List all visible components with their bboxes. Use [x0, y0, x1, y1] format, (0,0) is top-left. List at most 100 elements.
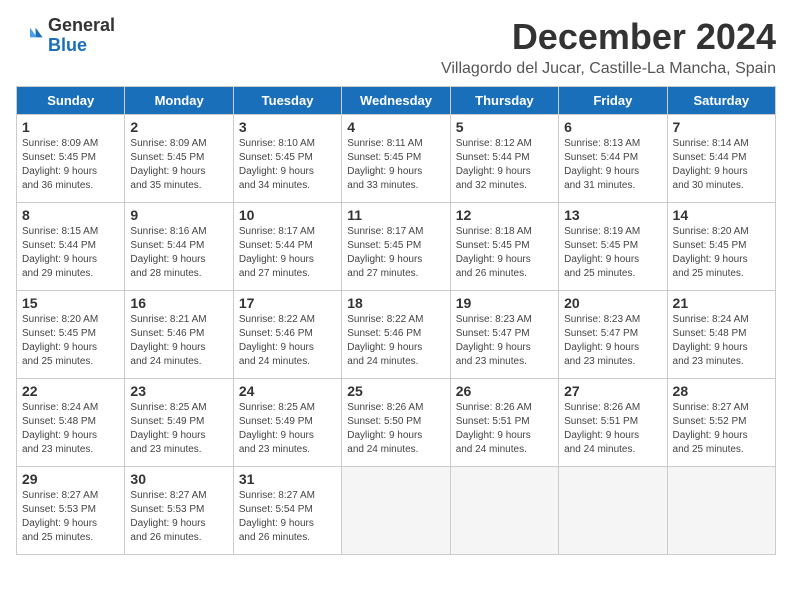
day-number: 29 — [22, 471, 119, 487]
col-thursday: Thursday — [450, 87, 558, 115]
calendar-cell: 6 Sunrise: 8:13 AM Sunset: 5:44 PM Daylig… — [559, 115, 667, 203]
col-monday: Monday — [125, 87, 233, 115]
day-info: Sunrise: 8:23 AM Sunset: 5:47 PM Dayligh… — [564, 313, 661, 369]
calendar-cell: 4 Sunrise: 8:11 AM Sunset: 5:45 PM Daylig… — [342, 115, 450, 203]
day-number: 27 — [564, 383, 661, 399]
day-info: Sunrise: 8:14 AM Sunset: 5:44 PM Dayligh… — [673, 137, 770, 193]
calendar-cell: 2 Sunrise: 8:09 AM Sunset: 5:45 PM Daylig… — [125, 115, 233, 203]
calendar-cell: 25Sunrise: 8:26 AM Sunset: 5:50 PM Dayli… — [342, 379, 450, 467]
day-info: Sunrise: 8:19 AM Sunset: 5:45 PM Dayligh… — [564, 225, 661, 281]
calendar-cell: 1 Sunrise: 8:09 AM Sunset: 5:45 PM Daylig… — [17, 115, 125, 203]
calendar-cell: 16 Sunrise: 8:21 AM Sunset: 5:46 PM Dayli… — [125, 291, 233, 379]
day-number: 11 — [347, 207, 444, 223]
day-info: Sunrise: 8:12 AM Sunset: 5:44 PM Dayligh… — [456, 137, 553, 193]
calendar-cell: 26 Sunrise: 8:26 AM Sunset: 5:51 PM Dayli… — [450, 379, 558, 467]
calendar-cell: 19Sunrise: 8:23 AM Sunset: 5:47 PM Dayli… — [450, 291, 558, 379]
day-number: 3 — [239, 119, 336, 135]
day-number: 15 — [22, 295, 119, 311]
calendar-cell: 30Sunrise: 8:27 AM Sunset: 5:53 PM Dayli… — [125, 467, 233, 555]
col-sunday: Sunday — [17, 87, 125, 115]
calendar-cell: 29Sunrise: 8:27 AM Sunset: 5:53 PM Dayli… — [17, 467, 125, 555]
col-friday: Friday — [559, 87, 667, 115]
day-info: Sunrise: 8:09 AM Sunset: 5:45 PM Dayligh… — [130, 137, 227, 193]
day-info: Sunrise: 8:15 AM Sunset: 5:44 PM Dayligh… — [22, 225, 119, 281]
day-info: Sunrise: 8:20 AM Sunset: 5:45 PM Dayligh… — [22, 313, 119, 369]
calendar-cell: 24Sunrise: 8:25 AM Sunset: 5:49 PM Dayli… — [233, 379, 341, 467]
day-number: 20 — [564, 295, 661, 311]
calendar-cell: 13 Sunrise: 8:19 AM Sunset: 5:45 PM Dayli… — [559, 203, 667, 291]
day-info: Sunrise: 8:27 AM Sunset: 5:54 PM Dayligh… — [239, 489, 336, 545]
day-info: Sunrise: 8:09 AM Sunset: 5:45 PM Dayligh… — [22, 137, 119, 193]
week-row-3: 15 Sunrise: 8:20 AM Sunset: 5:45 PM Dayli… — [17, 291, 776, 379]
day-number: 9 — [130, 207, 227, 223]
day-number: 5 — [456, 119, 553, 135]
calendar-cell — [342, 467, 450, 555]
day-info: Sunrise: 8:26 AM Sunset: 5:51 PM Dayligh… — [564, 401, 661, 457]
day-info: Sunrise: 8:16 AM Sunset: 5:44 PM Dayligh… — [130, 225, 227, 281]
day-info: Sunrise: 8:22 AM Sunset: 5:46 PM Dayligh… — [239, 313, 336, 369]
day-number: 18 — [347, 295, 444, 311]
day-number: 1 — [22, 119, 119, 135]
day-number: 21 — [673, 295, 770, 311]
day-info: Sunrise: 8:22 AM Sunset: 5:46 PM Dayligh… — [347, 313, 444, 369]
logo: General Blue — [16, 16, 115, 56]
day-number: 16 — [130, 295, 227, 311]
week-row-2: 8Sunrise: 8:15 AM Sunset: 5:44 PM Daylig… — [17, 203, 776, 291]
day-number: 14 — [673, 207, 770, 223]
day-number: 22 — [22, 383, 119, 399]
calendar-cell: 12 Sunrise: 8:18 AM Sunset: 5:45 PM Dayli… — [450, 203, 558, 291]
day-number: 28 — [673, 383, 770, 399]
header-row: Sunday Monday Tuesday Wednesday Thursday… — [17, 87, 776, 115]
calendar-cell — [450, 467, 558, 555]
logo-general: General — [48, 16, 115, 36]
calendar-table: Sunday Monday Tuesday Wednesday Thursday… — [16, 86, 776, 555]
title-area: December 2024 Villagordo del Jucar, Cast… — [441, 16, 776, 78]
day-info: Sunrise: 8:27 AM Sunset: 5:52 PM Dayligh… — [673, 401, 770, 457]
week-row-4: 22 Sunrise: 8:24 AM Sunset: 5:48 PM Dayli… — [17, 379, 776, 467]
day-number: 13 — [564, 207, 661, 223]
week-row-5: 29 Sunrise: 8:27 AM Sunset: 5:53 PM Dayli… — [17, 467, 776, 555]
calendar-cell: 14Sunrise: 8:20 AM Sunset: 5:45 PM Dayli… — [667, 203, 775, 291]
calendar-cell: 17Sunrise: 8:22 AM Sunset: 5:46 PM Dayli… — [233, 291, 341, 379]
day-number: 7 — [673, 119, 770, 135]
month-title: December 2024 — [441, 16, 776, 58]
calendar-cell: 10 Sunrise: 8:17 AM Sunset: 5:44 PM Dayli… — [233, 203, 341, 291]
day-info: Sunrise: 8:11 AM Sunset: 5:45 PM Dayligh… — [347, 137, 444, 193]
calendar-cell: 22 Sunrise: 8:24 AM Sunset: 5:48 PM Dayli… — [17, 379, 125, 467]
day-info: Sunrise: 8:25 AM Sunset: 5:49 PM Dayligh… — [130, 401, 227, 457]
calendar-cell: 7 Sunrise: 8:14 AM Sunset: 5:44 PM Daylig… — [667, 115, 775, 203]
logo-text: General Blue — [48, 16, 115, 56]
day-number: 4 — [347, 119, 444, 135]
col-wednesday: Wednesday — [342, 87, 450, 115]
calendar-cell: 3 Sunrise: 8:10 AM Sunset: 5:45 PM Daylig… — [233, 115, 341, 203]
calendar-cell: 31Sunrise: 8:27 AM Sunset: 5:54 PM Dayli… — [233, 467, 341, 555]
day-number: 24 — [239, 383, 336, 399]
day-info: Sunrise: 8:21 AM Sunset: 5:46 PM Dayligh… — [130, 313, 227, 369]
day-info: Sunrise: 8:24 AM Sunset: 5:48 PM Dayligh… — [22, 401, 119, 457]
calendar-cell: 23 Sunrise: 8:25 AM Sunset: 5:49 PM Dayli… — [125, 379, 233, 467]
day-info: Sunrise: 8:27 AM Sunset: 5:53 PM Dayligh… — [130, 489, 227, 545]
day-number: 12 — [456, 207, 553, 223]
day-number: 10 — [239, 207, 336, 223]
day-info: Sunrise: 8:24 AM Sunset: 5:48 PM Dayligh… — [673, 313, 770, 369]
calendar-cell — [559, 467, 667, 555]
day-info: Sunrise: 8:23 AM Sunset: 5:47 PM Dayligh… — [456, 313, 553, 369]
day-number: 23 — [130, 383, 227, 399]
calendar-cell: 27 Sunrise: 8:26 AM Sunset: 5:51 PM Dayli… — [559, 379, 667, 467]
day-number: 26 — [456, 383, 553, 399]
col-saturday: Saturday — [667, 87, 775, 115]
calendar-cell: 18 Sunrise: 8:22 AM Sunset: 5:46 PM Dayli… — [342, 291, 450, 379]
day-info: Sunrise: 8:10 AM Sunset: 5:45 PM Dayligh… — [239, 137, 336, 193]
day-info: Sunrise: 8:17 AM Sunset: 5:44 PM Dayligh… — [239, 225, 336, 281]
day-number: 2 — [130, 119, 227, 135]
day-info: Sunrise: 8:26 AM Sunset: 5:51 PM Dayligh… — [456, 401, 553, 457]
calendar-cell: 21 Sunrise: 8:24 AM Sunset: 5:48 PM Dayli… — [667, 291, 775, 379]
calendar-cell: 15 Sunrise: 8:20 AM Sunset: 5:45 PM Dayli… — [17, 291, 125, 379]
day-number: 6 — [564, 119, 661, 135]
day-info: Sunrise: 8:18 AM Sunset: 5:45 PM Dayligh… — [456, 225, 553, 281]
week-row-1: 1 Sunrise: 8:09 AM Sunset: 5:45 PM Daylig… — [17, 115, 776, 203]
col-tuesday: Tuesday — [233, 87, 341, 115]
calendar-cell: 8Sunrise: 8:15 AM Sunset: 5:44 PM Daylig… — [17, 203, 125, 291]
day-info: Sunrise: 8:13 AM Sunset: 5:44 PM Dayligh… — [564, 137, 661, 193]
logo-blue: Blue — [48, 36, 115, 56]
